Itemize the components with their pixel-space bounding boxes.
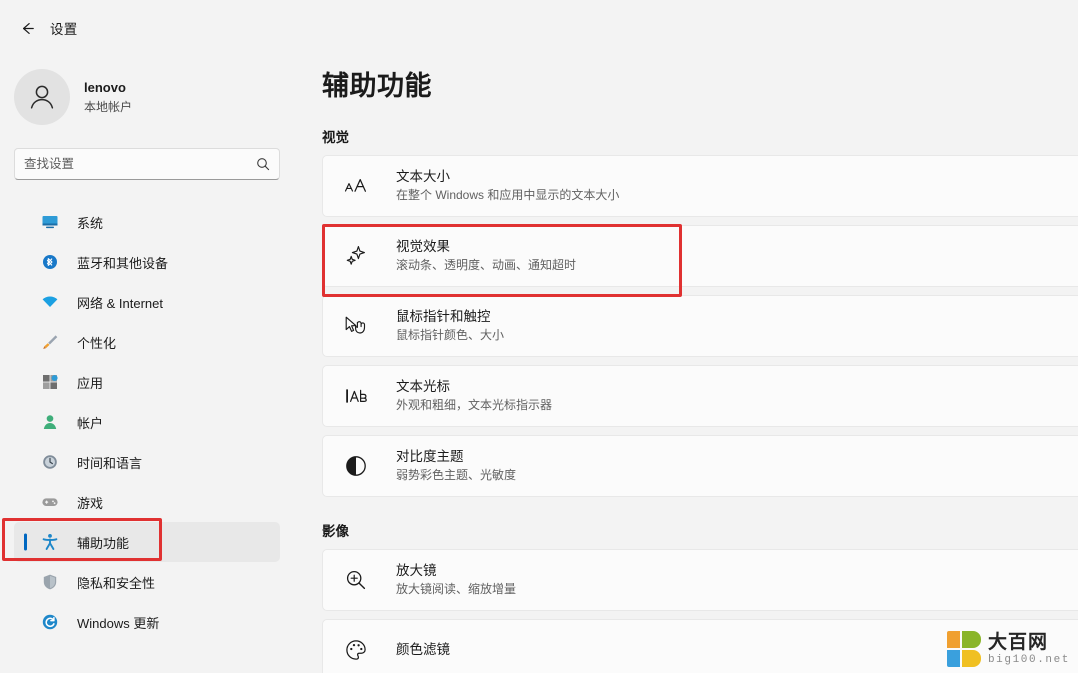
search-box[interactable] bbox=[14, 148, 280, 180]
card-subtitle: 弱势彩色主题、光敏度 bbox=[396, 468, 517, 483]
search-input[interactable] bbox=[24, 157, 256, 171]
gamepad-icon bbox=[40, 492, 60, 512]
card-title: 文本大小 bbox=[396, 168, 450, 184]
sidebar-item-accounts[interactable]: 帐户 bbox=[14, 402, 280, 442]
sidebar: lenovo 本地帐户 查找设置 系统 蓝牙和其他设备 网络 & Interne… bbox=[0, 56, 300, 673]
setting-card-text-cursor[interactable]: 文本光标 外观和粗细，文本光标指示器 bbox=[322, 365, 1078, 427]
text-size-aa-icon bbox=[341, 175, 371, 197]
window-title: 设置 bbox=[50, 22, 78, 37]
clock-globe-icon bbox=[40, 452, 60, 472]
sidebar-item-network[interactable]: 网络 & Internet bbox=[14, 282, 280, 322]
back-button[interactable] bbox=[10, 11, 44, 45]
setting-card-text-size[interactable]: 文本大小 在整个 Windows 和应用中显示的文本大小 bbox=[322, 155, 1078, 217]
paintbrush-icon bbox=[40, 332, 60, 352]
sidebar-item-label: 辅助功能 bbox=[77, 535, 130, 551]
section-heading-imagery: 影像 bbox=[322, 524, 349, 539]
sidebar-item-label: 应用 bbox=[77, 375, 104, 391]
card-subtitle: 在整个 Windows 和应用中显示的文本大小 bbox=[396, 188, 620, 203]
sidebar-item-time-language[interactable]: 时间和语言 bbox=[14, 442, 280, 482]
card-title: 放大镜 bbox=[396, 562, 437, 578]
arrow-left-icon bbox=[19, 20, 36, 37]
main-content: 辅助功能 视觉 文本大小 在整个 Windows 和应用中显示的文本大小 视觉效… bbox=[300, 56, 1078, 673]
setting-card-mouse-pointer-touch[interactable]: 鼠标指针和触控 鼠标指针颜色、大小 bbox=[322, 295, 1078, 357]
page-title: 辅助功能 bbox=[322, 71, 432, 101]
sidebar-item-bluetooth[interactable]: 蓝牙和其他设备 bbox=[14, 242, 280, 282]
card-subtitle: 放大镜阅读、缩放增量 bbox=[396, 582, 517, 597]
update-refresh-icon bbox=[40, 612, 60, 632]
apps-grid-icon bbox=[40, 372, 60, 392]
card-title: 对比度主题 bbox=[396, 448, 464, 464]
sidebar-item-label: 帐户 bbox=[77, 415, 104, 431]
sidebar-item-label: Windows 更新 bbox=[77, 615, 160, 631]
sidebar-item-windows-update[interactable]: Windows 更新 bbox=[14, 602, 280, 642]
settings-window: 设置 lenovo 本地帐户 查找设置 系统 蓝牙和其他设备 网络 & Inte… bbox=[0, 0, 1078, 673]
account-type: 本地帐户 bbox=[84, 99, 133, 114]
sidebar-item-label: 网络 & Internet bbox=[77, 295, 163, 311]
card-subtitle: 鼠标指针颜色、大小 bbox=[396, 328, 505, 343]
text-cursor-ab-icon bbox=[341, 385, 371, 407]
sidebar-item-privacy-security[interactable]: 隐私和安全性 bbox=[14, 562, 280, 602]
selection-indicator bbox=[24, 533, 27, 551]
card-title: 颜色滤镜 bbox=[396, 642, 450, 658]
sidebar-item-label: 蓝牙和其他设备 bbox=[77, 255, 169, 271]
contrast-half-circle-icon bbox=[341, 454, 371, 478]
sidebar-item-label: 时间和语言 bbox=[77, 455, 143, 471]
person-icon bbox=[25, 80, 59, 114]
mouse-pointer-touch-icon bbox=[341, 314, 371, 338]
watermark-text-cn: 大百网 bbox=[987, 631, 1048, 653]
sidebar-item-system[interactable]: 系统 bbox=[14, 202, 280, 242]
logo-block-green bbox=[961, 631, 981, 648]
sidebar-nav: 系统 蓝牙和其他设备 网络 & Internet 个性化 应用 帐户 时间和语言… bbox=[0, 202, 300, 642]
logo-block-yellow bbox=[961, 650, 981, 667]
watermark-logo-icon bbox=[946, 631, 981, 667]
title-bar: 设置 bbox=[0, 0, 1078, 56]
card-title: 视觉效果 bbox=[396, 238, 450, 254]
logo-block-orange bbox=[946, 631, 960, 648]
magnifier-plus-icon bbox=[341, 568, 371, 592]
account-block[interactable]: lenovo 本地帐户 bbox=[14, 62, 300, 132]
sidebar-item-gaming[interactable]: 游戏 bbox=[14, 482, 280, 522]
section-heading-vision: 视觉 bbox=[322, 130, 349, 145]
sparkle-icon bbox=[341, 244, 371, 268]
avatar bbox=[14, 69, 70, 125]
sidebar-item-apps[interactable]: 应用 bbox=[14, 362, 280, 402]
account-person-icon bbox=[40, 412, 60, 432]
wifi-icon bbox=[40, 292, 60, 312]
sidebar-item-label: 游戏 bbox=[77, 495, 104, 511]
sidebar-item-label: 系统 bbox=[77, 215, 104, 231]
setting-card-contrast-themes[interactable]: 对比度主题 弱势彩色主题、光敏度 bbox=[322, 435, 1078, 497]
accessibility-icon bbox=[40, 532, 60, 552]
card-title: 文本光标 bbox=[396, 378, 450, 394]
watermark: 大百网 big100.net bbox=[946, 631, 1070, 667]
card-subtitle: 滚动条、透明度、动画、通知超时 bbox=[396, 258, 577, 273]
color-filter-palette-icon bbox=[341, 638, 371, 662]
sidebar-item-personalization[interactable]: 个性化 bbox=[14, 322, 280, 362]
bluetooth-icon bbox=[40, 252, 60, 272]
sidebar-item-accessibility[interactable]: 辅助功能 bbox=[14, 522, 280, 562]
search-icon[interactable] bbox=[256, 157, 270, 171]
watermark-text-en: big100.net bbox=[987, 653, 1070, 666]
system-monitor-icon bbox=[40, 212, 60, 232]
shield-icon bbox=[40, 572, 60, 592]
setting-card-visual-effects[interactable]: 视觉效果 滚动条、透明度、动画、通知超时 bbox=[322, 225, 1078, 287]
card-title: 鼠标指针和触控 bbox=[396, 308, 491, 324]
logo-block-blue bbox=[946, 650, 960, 667]
account-name: lenovo bbox=[84, 80, 126, 96]
sidebar-item-label: 隐私和安全性 bbox=[77, 575, 156, 591]
setting-card-magnifier[interactable]: 放大镜 放大镜阅读、缩放增量 bbox=[322, 549, 1078, 611]
card-subtitle: 外观和粗细，文本光标指示器 bbox=[396, 398, 553, 413]
sidebar-item-label: 个性化 bbox=[77, 335, 117, 351]
